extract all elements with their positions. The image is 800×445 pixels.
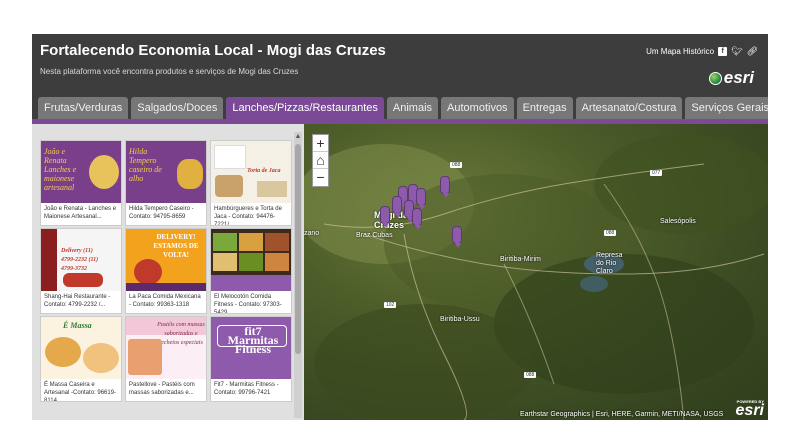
tab-frutas-verduras[interactable]: Frutas/Verduras bbox=[38, 97, 129, 119]
map-attribution: Earthstar Geographics | Esri, HERE, Garm… bbox=[520, 411, 724, 418]
card-thumbnail: Delivery (11) 4799-2232 (11) 4799-3732 bbox=[41, 229, 121, 291]
gallery-card[interactable]: É Massa É Massa Caseira e Artesanal -Con… bbox=[40, 316, 122, 402]
card-thumbnail: João e Renata Lanches e maionese artesan… bbox=[41, 141, 121, 203]
card-caption: Shang-Hai Restaurante - Contato: 4799-22… bbox=[44, 294, 111, 308]
card-caption: Hambúrgueres e Torta de Jaca - Contato: … bbox=[214, 206, 282, 225]
card-caption: El Melocotón Comida Fitness - Contato: 9… bbox=[214, 294, 282, 313]
thumb-text: DELIVERY! ESTAMOS DE VOLTA! bbox=[153, 233, 199, 259]
tab-servicos-gerais[interactable]: Serviços Gerais bbox=[685, 97, 768, 119]
map-marker[interactable] bbox=[392, 196, 402, 218]
tab-entregas[interactable]: Entregas bbox=[516, 97, 573, 119]
road-shield: 077 bbox=[650, 170, 663, 176]
gallery-card[interactable]: Hilda Tempero caseiro de alho Hilda Temp… bbox=[125, 140, 207, 226]
page-title: Fortalecendo Economia Local - Mogi das C… bbox=[40, 42, 386, 59]
road-shield: 088 bbox=[604, 230, 617, 236]
card-caption: Pastellove - Pastéis com massas saboriza… bbox=[129, 382, 195, 396]
road-shield: 102 bbox=[384, 302, 397, 308]
gallery-scrollbar[interactable]: ▲ bbox=[294, 132, 302, 418]
powered-by-logo: esri bbox=[735, 402, 764, 419]
gallery-card[interactable]: Delivery (11) 4799-2232 (11) 4799-3732 S… bbox=[40, 228, 122, 314]
gallery-card[interactable]: Torta de Jaca Hambúrgueres e Torta de Ja… bbox=[210, 140, 292, 226]
map-label: Biritiba-Ussu bbox=[440, 316, 480, 323]
tab-animais[interactable]: Animais bbox=[386, 97, 439, 119]
map-label: Salesópolis bbox=[660, 218, 696, 225]
esri-logo-text: esri bbox=[723, 68, 754, 87]
map-marker[interactable] bbox=[380, 206, 390, 228]
card-caption: Hilda Tempero Caseiro - Contato: 94795-8… bbox=[129, 206, 194, 220]
story-link[interactable]: Um Mapa Histórico bbox=[646, 47, 714, 56]
scroll-thumb[interactable] bbox=[295, 144, 301, 354]
zoom-out-icon[interactable]: − bbox=[313, 169, 328, 186]
map-label: Represa do Rio Claro bbox=[596, 252, 623, 275]
gallery-card[interactable]: fit7 Marmitas Fitness Fit7 - Marmitas Fi… bbox=[210, 316, 292, 402]
tab-lanches-pizzas-restaurantes[interactable]: Lanches/Pizzas/Restaurantes bbox=[226, 97, 384, 119]
road-shield: 088 bbox=[450, 162, 463, 168]
card-thumbnail: Pastéis com massas saborizadas e recheio… bbox=[126, 317, 206, 379]
gallery-card[interactable]: Pastéis com massas saborizadas e recheio… bbox=[125, 316, 207, 402]
card-thumbnail: Hilda Tempero caseiro de alho bbox=[126, 141, 206, 203]
card-thumbnail: É Massa bbox=[41, 317, 121, 379]
thumb-text: Delivery (11) 4799-2232 (11) 4799-3732 bbox=[61, 248, 99, 272]
twitter-icon[interactable]: 🐦︎ bbox=[731, 46, 742, 57]
card-thumbnail: fit7 Marmitas Fitness bbox=[211, 317, 291, 379]
map-marker[interactable] bbox=[452, 226, 462, 248]
scroll-up-icon[interactable]: ▲ bbox=[294, 132, 302, 142]
tab-automotivos[interactable]: Automotivos bbox=[441, 97, 514, 119]
map-view[interactable]: + ⌂ − Mogi das Cruzes Braz Cubas Biritib… bbox=[304, 124, 768, 420]
thumb-text: João e Renata Lanches e maionese artesan… bbox=[44, 147, 77, 192]
map-marker[interactable] bbox=[412, 208, 422, 230]
esri-globe-icon bbox=[708, 71, 722, 85]
tab-artesanato-costura[interactable]: Artesanato/Costura bbox=[575, 97, 683, 119]
card-caption: La Paca Comida Mexicana - Contato: 99363… bbox=[129, 294, 201, 308]
gallery-sidebar: João e Renata Lanches e maionese artesan… bbox=[32, 124, 304, 420]
header-links: Um Mapa Histórico f 🐦︎ 🔗︎ bbox=[646, 46, 758, 57]
card-thumbnail: Torta de Jaca bbox=[211, 141, 291, 203]
link-icon[interactable]: 🔗︎ bbox=[747, 46, 758, 57]
road-shield: 088 bbox=[524, 372, 537, 378]
zoom-controls: + ⌂ − bbox=[312, 134, 329, 187]
card-caption: Fit7 - Marmitas Fitness - Contato: 99796… bbox=[214, 382, 279, 396]
thumb-text: É Massa bbox=[63, 321, 92, 330]
thumb-text: Hilda Tempero caseiro de alho bbox=[129, 147, 162, 183]
home-icon[interactable]: ⌂ bbox=[313, 152, 328, 169]
esri-logo[interactable]: esri bbox=[708, 68, 754, 88]
card-caption: João e Renata - Lanches e Maionese Artes… bbox=[44, 206, 117, 220]
gallery-card[interactable]: El Melocotón Comida Fitness - Contato: 9… bbox=[210, 228, 292, 314]
tab-bar: Frutas/Verduras Salgados/Doces Lanches/P… bbox=[38, 97, 768, 119]
facebook-icon[interactable]: f bbox=[718, 47, 728, 56]
map-marker[interactable] bbox=[440, 176, 450, 198]
card-caption: É Massa Caseira e Artesanal -Contato: 96… bbox=[44, 382, 117, 401]
map-label: zano bbox=[304, 230, 320, 237]
map-label: Biritiba-Mirim bbox=[500, 256, 541, 263]
map-label: Braz Cubas bbox=[356, 232, 393, 239]
card-thumbnail: DELIVERY! ESTAMOS DE VOLTA! bbox=[126, 229, 206, 291]
gallery-card[interactable]: João e Renata Lanches e maionese artesan… bbox=[40, 140, 122, 226]
gallery-card[interactable]: DELIVERY! ESTAMOS DE VOLTA! La Paca Comi… bbox=[125, 228, 207, 314]
thumb-text: Torta de Jaca bbox=[247, 168, 281, 174]
page-subtitle: Nesta plataforma você encontra produtos … bbox=[40, 67, 299, 76]
thumb-text: Pastéis com massas saborizadas e recheio… bbox=[157, 322, 205, 346]
map-marker[interactable] bbox=[416, 188, 426, 210]
zoom-in-icon[interactable]: + bbox=[313, 135, 328, 152]
tab-salgados-doces[interactable]: Salgados/Doces bbox=[131, 97, 224, 119]
powered-by-esri: POWERED BY esri bbox=[735, 399, 764, 419]
app-window: Fortalecendo Economia Local - Mogi das C… bbox=[32, 34, 768, 420]
header: Fortalecendo Economia Local - Mogi das C… bbox=[32, 34, 768, 98]
card-thumbnail bbox=[211, 229, 291, 291]
